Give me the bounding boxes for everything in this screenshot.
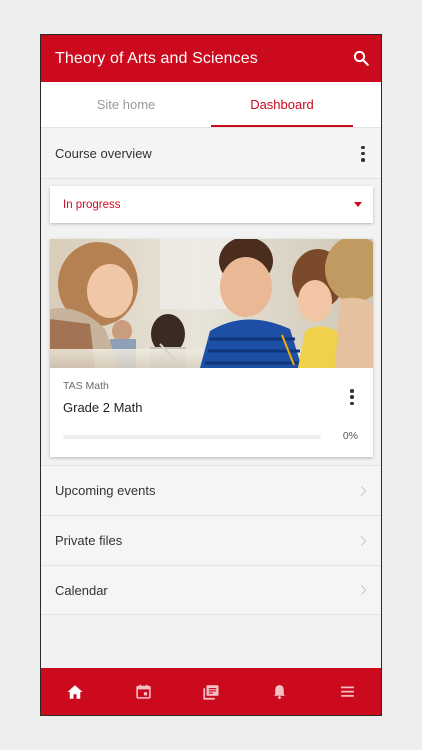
search-icon xyxy=(353,50,369,66)
filter-selected-value: In progress xyxy=(63,198,121,211)
list-item-label: Private files xyxy=(55,533,123,548)
chevron-right-icon xyxy=(356,585,367,595)
course-progress: 0% xyxy=(63,430,360,444)
nav-menu-button[interactable] xyxy=(327,672,367,712)
section-title: Course overview xyxy=(55,146,152,161)
course-image xyxy=(50,239,373,368)
list-item-upcoming-events[interactable]: Upcoming events xyxy=(41,465,381,515)
progress-percent-label: 0% xyxy=(342,430,358,442)
course-name[interactable]: Grade 2 Math xyxy=(63,400,360,415)
chevron-right-icon xyxy=(356,535,367,546)
course-filter-select[interactable]: In progress xyxy=(50,186,373,223)
top-app-bar: Theory of Arts and Sciences xyxy=(41,35,381,82)
tab-site-home[interactable]: Site home xyxy=(41,82,211,127)
bottom-nav xyxy=(41,668,381,715)
dashboard-list: Upcoming events Private files Calendar xyxy=(41,465,381,615)
list-item-label: Calendar xyxy=(55,582,108,598)
bell-icon xyxy=(273,685,285,699)
search-button[interactable] xyxy=(351,48,371,68)
menu-icon xyxy=(340,686,354,697)
calendar-icon xyxy=(135,684,151,699)
app-screen: Theory of Arts and Sciences Site home Da… xyxy=(40,34,382,716)
course-category: TAS Math xyxy=(63,380,109,392)
kebab-menu-icon[interactable] xyxy=(359,145,367,162)
dropdown-caret-icon xyxy=(354,202,362,207)
nav-home-button[interactable] xyxy=(55,672,95,712)
messages-icon xyxy=(203,684,219,700)
list-item-private-files[interactable]: Private files xyxy=(41,515,381,565)
tab-label: Site home xyxy=(96,97,156,112)
app-title: Theory of Arts and Sciences xyxy=(55,49,258,67)
tab-bar: Site home Dashboard xyxy=(41,82,381,128)
course-card[interactable]: TAS Math Grade 2 Math 0% xyxy=(50,239,373,457)
nav-notifications-button[interactable] xyxy=(259,672,299,712)
course-card-body: TAS Math Grade 2 Math 0% xyxy=(50,368,373,442)
nav-messages-button[interactable] xyxy=(191,672,231,712)
course-menu-icon[interactable] xyxy=(348,389,356,405)
home-icon xyxy=(67,684,83,699)
tab-dashboard[interactable]: Dashboard xyxy=(211,82,381,127)
chevron-right-icon xyxy=(356,485,367,496)
course-overview-header: Course overview xyxy=(41,129,381,179)
list-item-label: Upcoming events xyxy=(55,483,156,498)
nav-calendar-button[interactable] xyxy=(123,672,163,712)
progress-bar xyxy=(63,435,321,439)
tab-label: Dashboard xyxy=(250,97,314,112)
list-item-calendar[interactable]: Calendar xyxy=(41,565,381,615)
